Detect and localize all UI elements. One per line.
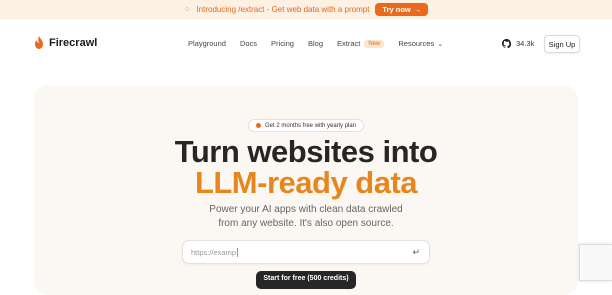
brand-name: Firecrawl [49,36,98,49]
sign-up-button[interactable]: Sign Up [544,35,580,53]
announcement-bar[interactable]: ⁘ Introducing /extract - Get web data wi… [0,0,612,19]
top-navigation: Firecrawl Playground Docs Pricing Blog E… [0,19,612,69]
subtitle-line-1: Power your AI apps with clean data crawl… [209,204,403,215]
headline-line-2: LLM-ready data [194,165,418,200]
try-now-label: Try now [382,5,411,14]
brand-logo[interactable]: Firecrawl [34,36,97,49]
subtitle-line-2: from any website. It's also open source. [218,218,394,229]
url-input-value: https://examp [191,247,237,257]
start-free-button[interactable]: Start for free (500 credits) [256,271,356,289]
nav-link-pricing[interactable]: Pricing [271,39,294,48]
flame-dot-icon [256,123,261,128]
nav-link-extract-label: Extract [337,39,361,48]
promo-badge-text: Get 2 months free with yearly plan [265,122,357,129]
new-badge: New [364,39,385,48]
sparkle-icon: ⁘ [183,5,191,14]
recaptcha-badge[interactable] [579,244,612,281]
promo-badge[interactable]: Get 2 months free with yearly plan [248,119,365,132]
arrow-right-icon: → [413,5,422,14]
nav-link-playground[interactable]: Playground [188,39,226,48]
flame-icon [35,36,43,49]
try-now-button[interactable]: Try now → [375,3,429,16]
hero-subtitle: Power your AI apps with clean data crawl… [34,203,578,231]
github-icon [502,39,511,48]
hero-section: Get 2 months free with yearly plan Turn … [34,85,578,295]
headline-line-1: Turn websites into [174,134,438,169]
nav-link-docs[interactable]: Docs [240,39,257,48]
github-stars-link[interactable]: 34.3k [502,39,534,48]
announcement-text[interactable]: Introducing /extract - Get web data with… [196,5,369,14]
nav-link-resources[interactable]: Resources ⌄ [398,39,443,48]
text-cursor [237,247,239,257]
github-star-count: 34.3k [516,39,535,48]
nav-link-extract[interactable]: Extract New [337,39,385,48]
nav-links: Playground Docs Pricing Blog Extract New… [188,39,457,48]
nav-link-resources-label: Resources [398,39,435,48]
enter-icon[interactable]: ↵ [412,247,420,258]
nav-link-blog[interactable]: Blog [308,39,323,48]
chevron-down-icon: ⌄ [437,40,444,48]
url-input[interactable]: https://examp ↵ [182,240,430,264]
